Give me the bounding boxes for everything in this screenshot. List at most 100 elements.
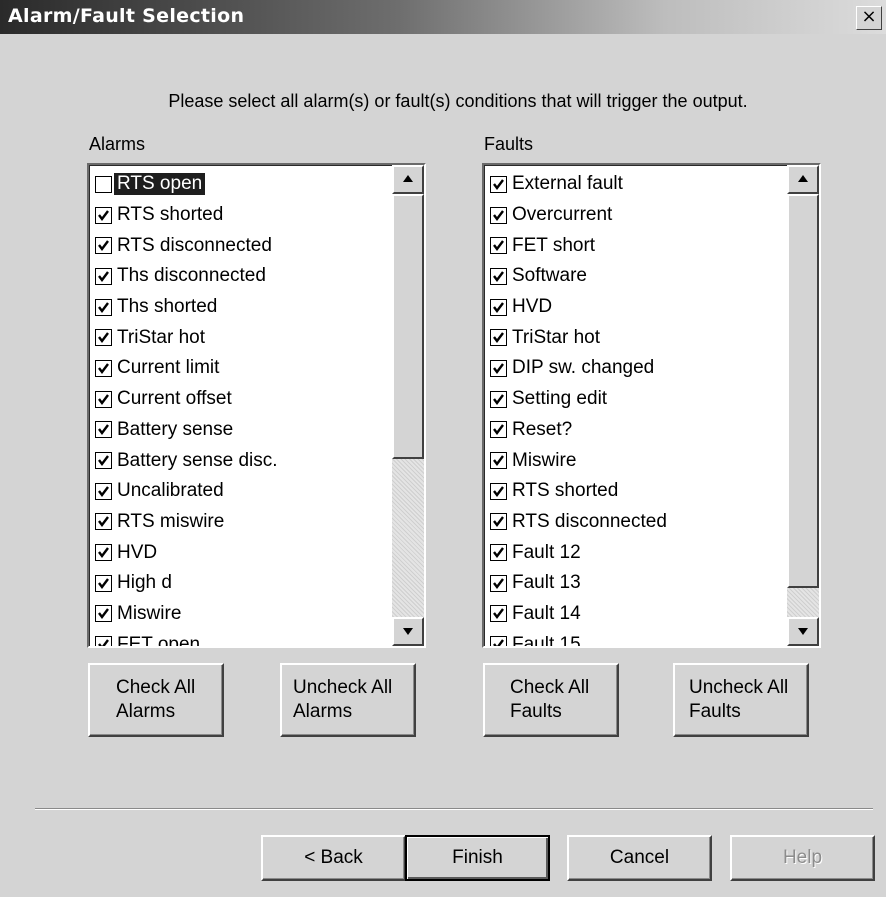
checkmark-icon <box>493 363 504 374</box>
faults-list-item[interactable]: FET short <box>486 230 786 261</box>
checkbox[interactable] <box>95 359 112 377</box>
alarms-scroll-up-button[interactable] <box>392 165 424 194</box>
check-all-alarms-button[interactable]: Check All Alarms <box>88 663 224 737</box>
checkbox[interactable] <box>95 421 112 439</box>
alarms-list-item[interactable]: Current limit <box>91 353 391 384</box>
checkmark-icon <box>493 547 504 559</box>
faults-listbox[interactable]: External fault Overcurrent FET short Softwa… <box>482 163 821 648</box>
checkmark-icon <box>493 485 504 497</box>
faults-scrollbar[interactable] <box>787 165 819 646</box>
checkbox[interactable] <box>490 390 507 408</box>
alarms-list-item[interactable]: Miswire <box>91 599 391 630</box>
alarms-list-item[interactable]: Uncalibrated <box>91 476 391 507</box>
faults-list-item[interactable]: Setting edit <box>486 384 786 415</box>
alarms-list-item[interactable]: HVD <box>91 537 391 568</box>
help-button: Help <box>730 835 875 881</box>
alarms-scroll-thumb[interactable] <box>392 194 424 459</box>
faults-list-item[interactable]: Fault 12 <box>486 537 786 568</box>
alarms-list-item[interactable]: TriStar hot <box>91 322 391 353</box>
alarms-list-item[interactable]: RTS shorted <box>91 200 391 231</box>
alarms-list-item[interactable]: Current offset <box>91 384 391 415</box>
checkbox[interactable] <box>490 359 507 377</box>
faults-list-item[interactable]: Fault 15 <box>486 629 786 646</box>
check-all-faults-button[interactable]: Check All Faults <box>483 663 619 737</box>
checkbox[interactable] <box>490 452 507 470</box>
close-icon: × <box>861 6 877 27</box>
faults-list-item[interactable]: Overcurrent <box>486 200 786 231</box>
checkbox[interactable] <box>490 421 507 439</box>
faults-list-item[interactable]: Fault 13 <box>486 568 786 599</box>
checkbox[interactable] <box>95 329 112 347</box>
alarms-list-item[interactable]: Ths disconnected <box>91 261 391 292</box>
checkbox[interactable] <box>490 237 507 255</box>
faults-scroll-thumb[interactable] <box>787 194 819 588</box>
alarms-item-label: Current offset <box>117 388 232 410</box>
alarms-list-item[interactable]: Battery sense <box>91 415 391 446</box>
alarms-list-item[interactable]: Battery sense disc. <box>91 445 391 476</box>
faults-scroll-down-button[interactable] <box>787 617 819 646</box>
alarms-item-label: Ths disconnected <box>117 265 266 287</box>
alarms-scrollbar[interactable] <box>392 165 424 646</box>
faults-list-item[interactable]: DIP sw. changed <box>486 353 786 384</box>
checkmark-icon <box>493 424 504 436</box>
checkbox[interactable] <box>490 206 507 224</box>
alarms-item-label: HVD <box>117 541 158 563</box>
close-button[interactable]: × <box>856 6 882 30</box>
faults-item-label: DIP sw. changed <box>512 357 655 379</box>
back-button[interactable]: < Back <box>261 835 406 881</box>
alarms-list-item[interactable]: RTS open <box>91 169 391 200</box>
checkbox[interactable] <box>490 574 507 592</box>
checkbox[interactable] <box>490 482 507 500</box>
checkbox[interactable] <box>490 267 507 285</box>
checkbox[interactable] <box>95 237 112 255</box>
alarms-listbox[interactable]: RTS open RTS shorted RTS disconnected Ths d… <box>87 163 426 648</box>
cancel-button[interactable]: Cancel <box>567 835 712 881</box>
alarms-list-item[interactable]: Ths shorted <box>91 292 391 323</box>
checkbox[interactable] <box>95 452 112 470</box>
checkbox[interactable] <box>490 298 507 316</box>
uncheck-all-faults-button[interactable]: Uncheck All Faults <box>673 663 809 737</box>
checkbox[interactable] <box>95 636 112 646</box>
checkmark-icon <box>493 608 504 620</box>
faults-list-item[interactable]: Reset? <box>486 415 786 446</box>
checkbox[interactable] <box>490 605 507 623</box>
checkmark-icon <box>493 271 504 282</box>
checkbox[interactable] <box>95 267 112 285</box>
checkmark-icon <box>98 516 109 528</box>
faults-scroll-up-button[interactable] <box>787 165 819 194</box>
checkbox[interactable] <box>95 175 112 193</box>
alarms-list-item[interactable]: RTS miswire <box>91 507 391 538</box>
faults-list-item[interactable]: RTS shorted <box>486 476 786 507</box>
faults-list-item[interactable]: Software <box>486 261 786 292</box>
alarms-list-item[interactable]: FET open <box>91 629 391 646</box>
faults-list-item[interactable]: HVD <box>486 292 786 323</box>
faults-list-item[interactable]: Miswire <box>486 445 786 476</box>
checkbox[interactable] <box>95 513 112 531</box>
alarms-item-label: RTS shorted <box>117 204 224 226</box>
checkbox[interactable] <box>95 390 112 408</box>
checkmark-icon <box>98 424 109 436</box>
faults-list-item[interactable]: RTS disconnected <box>486 507 786 538</box>
faults-list-item[interactable]: TriStar hot <box>486 322 786 353</box>
checkbox[interactable] <box>95 206 112 224</box>
faults-list-item[interactable]: External fault <box>486 169 786 200</box>
checkbox[interactable] <box>490 175 507 193</box>
alarms-item-label: Uncalibrated <box>117 480 224 502</box>
checkbox[interactable] <box>95 605 112 623</box>
alarms-item-label: Battery sense <box>117 418 234 440</box>
finish-button[interactable]: Finish <box>405 835 550 881</box>
checkbox[interactable] <box>95 298 112 316</box>
checkbox[interactable] <box>490 636 507 646</box>
faults-list-item[interactable]: Fault 14 <box>486 599 786 630</box>
checkbox[interactable] <box>95 544 112 562</box>
checkbox[interactable] <box>490 544 507 562</box>
alarms-list-item[interactable]: High d <box>91 568 391 599</box>
alarms-list-item[interactable]: RTS disconnected <box>91 230 391 261</box>
uncheck-all-alarms-button[interactable]: Uncheck All Alarms <box>280 663 416 737</box>
checkbox[interactable] <box>95 482 112 500</box>
checkbox[interactable] <box>490 329 507 347</box>
checkbox[interactable] <box>95 574 112 592</box>
checkbox[interactable] <box>490 513 507 531</box>
alarms-scroll-down-button[interactable] <box>392 617 424 646</box>
faults-items: External fault Overcurrent FET short Softwa… <box>486 169 786 646</box>
